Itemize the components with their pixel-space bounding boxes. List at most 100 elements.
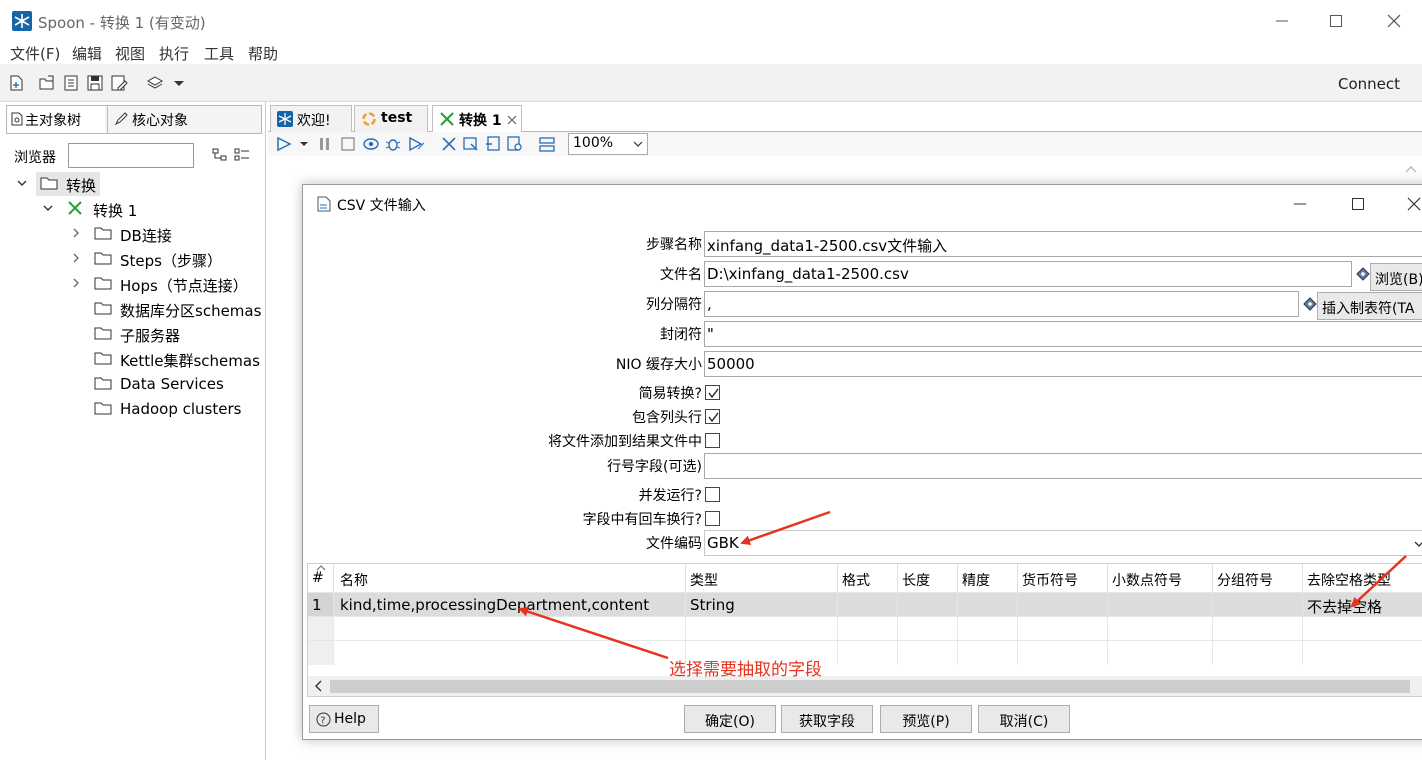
column-header-format[interactable]: 格式: [838, 564, 898, 592]
run-icon[interactable]: [276, 136, 292, 152]
chevron-right-icon[interactable]: [70, 252, 82, 264]
step-name-input[interactable]: xinfang_data1-2500.csv文件输入: [704, 231, 1422, 257]
chevron-right-icon[interactable]: [70, 227, 82, 239]
empty-cell[interactable]: [838, 641, 898, 665]
empty-cell[interactable]: [958, 617, 1018, 641]
show-results-icon[interactable]: [538, 135, 556, 153]
insert-tab-button[interactable]: 插入制表符(TA: [1317, 292, 1422, 320]
zoom-select[interactable]: 100%: [568, 133, 648, 155]
tree-item-data-services[interactable]: Data Services: [70, 372, 260, 397]
column-header-name[interactable]: 名称: [336, 564, 686, 592]
tree-root[interactable]: 转换: [16, 172, 256, 197]
tree-collapse-icon[interactable]: [234, 148, 250, 162]
scrollbar-thumb[interactable]: [330, 680, 1410, 693]
save-as-icon[interactable]: [110, 74, 128, 92]
chevron-down-icon[interactable]: [298, 136, 310, 152]
chevron-right-icon[interactable]: [70, 277, 82, 289]
menu-edit[interactable]: 编辑: [72, 43, 102, 64]
tree-expand-icon[interactable]: [212, 148, 228, 162]
empty-cell[interactable]: [686, 617, 838, 641]
open-icon[interactable]: [38, 74, 56, 92]
column-header-currency[interactable]: 货币符号: [1018, 564, 1108, 592]
preview-icon[interactable]: [362, 136, 380, 152]
column-header-length[interactable]: 长度: [898, 564, 958, 592]
save-icon[interactable]: [86, 74, 104, 92]
decimal-cell[interactable]: [1108, 593, 1213, 617]
variable-icon[interactable]: [1356, 267, 1370, 281]
variable-icon[interactable]: [1303, 297, 1317, 311]
chevron-left-icon[interactable]: [314, 680, 324, 692]
close-button[interactable]: [1374, 8, 1414, 34]
menu-view[interactable]: 视图: [115, 43, 145, 64]
replay-icon[interactable]: [408, 135, 426, 153]
minimize-button[interactable]: [1262, 8, 1302, 34]
empty-cell[interactable]: [838, 617, 898, 641]
connect-button[interactable]: Connect: [1338, 75, 1400, 93]
table-row-empty[interactable]: [308, 640, 1422, 665]
dialog-close-button[interactable]: [1399, 191, 1422, 215]
tree-item-cluster-schemas[interactable]: Kettle集群schemas: [70, 347, 265, 372]
tab-main-tree[interactable]: 主对象树: [7, 106, 105, 133]
get-fields-button[interactable]: 获取字段: [781, 705, 873, 733]
tree-item-hadoop-clusters[interactable]: Hadoop clusters: [70, 397, 260, 422]
menu-tools[interactable]: 工具: [204, 43, 234, 64]
newline-checkbox[interactable]: [705, 511, 720, 526]
empty-cell[interactable]: [336, 641, 686, 665]
dialog-minimize-button[interactable]: [1285, 191, 1315, 215]
preview-button[interactable]: 预览(P): [880, 705, 972, 733]
pause-icon[interactable]: [318, 136, 332, 152]
dialog-maximize-button[interactable]: [1343, 191, 1373, 215]
column-header-type[interactable]: 类型: [686, 564, 838, 592]
help-button[interactable]: ? Help: [309, 705, 379, 733]
verify-icon[interactable]: [440, 135, 458, 153]
column-header-grouping[interactable]: 分组符号: [1213, 564, 1303, 592]
close-icon[interactable]: [507, 115, 517, 125]
explore-icon[interactable]: [62, 74, 80, 92]
browse-button[interactable]: 浏览(B): [1370, 263, 1422, 291]
chevron-down-icon[interactable]: [42, 202, 54, 214]
empty-cell[interactable]: [1018, 617, 1108, 641]
browser-search-input[interactable]: [68, 143, 194, 168]
currency-cell[interactable]: [1018, 593, 1108, 617]
explore-db-icon[interactable]: [506, 135, 524, 153]
cancel-button[interactable]: 取消(C): [978, 705, 1070, 733]
add-to-result-checkbox[interactable]: [705, 433, 720, 448]
empty-cell[interactable]: [1213, 641, 1303, 665]
tree-item-steps[interactable]: Steps（步骤）: [70, 247, 260, 272]
new-file-icon[interactable]: [7, 74, 25, 92]
tree-item-hops[interactable]: Hops（节点连接）: [70, 272, 260, 297]
tab-transformation-1[interactable]: 转换 1: [432, 105, 522, 132]
column-header-decimal[interactable]: 小数点符号: [1108, 564, 1213, 592]
empty-cell[interactable]: [1018, 641, 1108, 665]
lazy-conversion-checkbox[interactable]: [705, 385, 720, 400]
stop-icon[interactable]: [340, 136, 356, 152]
trim-type-cell[interactable]: 不去掉空格: [1303, 593, 1422, 617]
impact-icon[interactable]: [462, 135, 480, 153]
filename-input[interactable]: D:\xinfang_data1-2500.csv: [704, 261, 1352, 287]
table-row[interactable]: 1 kind,time,processingDepartment,content…: [308, 592, 1422, 617]
menu-file[interactable]: 文件(F): [10, 43, 60, 64]
type-cell[interactable]: String: [686, 593, 838, 617]
menu-help[interactable]: 帮助: [248, 43, 278, 64]
empty-cell[interactable]: [1108, 641, 1213, 665]
debug-icon[interactable]: [384, 135, 402, 153]
chevron-down-icon[interactable]: [16, 177, 28, 189]
enclosure-input[interactable]: ": [704, 321, 1422, 347]
length-cell[interactable]: [898, 593, 958, 617]
empty-cell[interactable]: [1108, 617, 1213, 641]
tab-core-objects[interactable]: 核心对象: [107, 106, 199, 133]
column-header-precision[interactable]: 精度: [958, 564, 1018, 592]
tree-item-partition-schemas[interactable]: 数据库分区schemas: [70, 297, 265, 322]
empty-cell[interactable]: [898, 641, 958, 665]
header-row-checkbox[interactable]: [705, 409, 720, 424]
grouping-cell[interactable]: [1213, 593, 1303, 617]
column-header-trim-type[interactable]: 去除空格类型: [1303, 564, 1422, 592]
delimiter-input[interactable]: ,: [704, 291, 1299, 317]
tree-transformation[interactable]: 转换 1: [42, 197, 262, 222]
menu-run[interactable]: 执行: [159, 43, 189, 64]
empty-cell[interactable]: [958, 641, 1018, 665]
nio-buffer-input[interactable]: 50000: [704, 351, 1422, 377]
chevron-down-icon[interactable]: [170, 74, 188, 92]
empty-cell[interactable]: [1213, 617, 1303, 641]
table-horizontal-scrollbar[interactable]: [308, 676, 1422, 696]
